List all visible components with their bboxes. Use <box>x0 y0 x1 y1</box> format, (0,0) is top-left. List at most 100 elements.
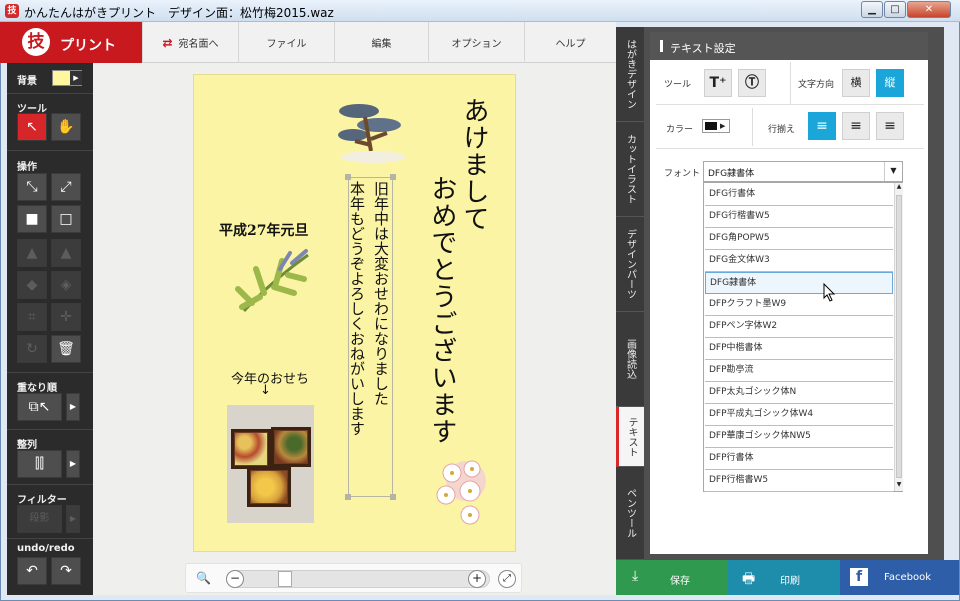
font-list-item[interactable]: DFP中楷書体 <box>705 338 893 360</box>
font-list-item[interactable]: DFP勘亭流 <box>705 360 893 382</box>
save-button[interactable]: ⤓ 保存 <box>616 560 728 595</box>
greeting-line-1: あけまして <box>459 97 489 232</box>
filter-select[interactable]: 段影 <box>17 505 62 533</box>
text-color-picker[interactable]: ▶ <box>702 119 730 133</box>
font-list-item[interactable]: DFP行楷書W5 <box>705 470 893 492</box>
greeting-line-2: おめでとうございます <box>427 175 457 445</box>
font-list-item[interactable]: DFPペン字体W2 <box>705 316 893 338</box>
print-button[interactable]: 🖶 印刷 <box>728 560 840 595</box>
text-edit-button[interactable]: Ⓣ <box>738 69 766 97</box>
undo-icon: ↶ <box>26 563 38 579</box>
undo-redo-label: undo/redo <box>17 543 75 554</box>
align-bottom-button[interactable]: ≡ <box>876 112 904 140</box>
maximize-button[interactable]: □ <box>884 1 906 18</box>
fill-light-button[interactable]: □ <box>51 205 81 233</box>
group-button[interactable]: ◈ <box>51 271 81 299</box>
font-select-value: DFG隷書体 <box>708 169 755 179</box>
align-menu-button[interactable]: ▶ <box>66 450 80 478</box>
move-button[interactable]: ✛ <box>51 303 81 331</box>
crop-icon: ⌗ <box>28 309 36 325</box>
title-bar: 技 かんたんはがきプリント デザイン面：松竹梅2015.waz ▁ □ ✕ <box>0 0 960 22</box>
menu-edit[interactable]: 編集 <box>334 22 428 63</box>
font-list[interactable]: DFG行書体 DFG行楷書W5 DFG角POPW5 DFG金文体W3 DFG隷書体 DFP… <box>703 182 903 492</box>
save-label: 保存 <box>670 576 690 587</box>
background-color-swatch[interactable]: ▶ <box>52 70 82 86</box>
close-button[interactable]: ✕ <box>907 1 951 18</box>
scroll-down-icon[interactable]: ▼ <box>895 481 903 491</box>
select-tool-button[interactable]: ↖ <box>17 113 47 141</box>
rotate-button[interactable]: ↻ <box>17 335 47 363</box>
menu-file[interactable]: ファイル <box>238 22 334 63</box>
tab-design-parts[interactable]: デザインパーツ <box>616 217 644 312</box>
text-add-button[interactable]: T⁺ <box>704 69 732 97</box>
postcard[interactable]: あけまして おめでとうございます 平成27年元旦 旧年中は大変おせわになりました… <box>193 74 516 552</box>
zoom-out-button[interactable]: − <box>226 570 244 588</box>
delete-button[interactable]: 🗑 <box>51 335 81 363</box>
facebook-icon: f <box>850 568 868 586</box>
tab-postcard-design[interactable]: はがきデザイン <box>616 27 644 122</box>
date-text: 平成27年元旦 <box>219 223 309 239</box>
scroll-thumb[interactable] <box>896 195 902 478</box>
facebook-button[interactable]: f Facebook <box>840 560 959 595</box>
move-icon: ✛ <box>60 309 72 325</box>
zoom-slider[interactable] <box>226 570 490 588</box>
font-list-item[interactable]: DFP平成丸ゴシック体W4 <box>705 404 893 426</box>
redo-button[interactable]: ↷ <box>51 557 81 585</box>
shrink-button[interactable]: ⤡ <box>17 173 47 201</box>
facebook-label: Facebook <box>884 572 931 583</box>
font-list-item[interactable]: DFG金文体W3 <box>705 250 893 272</box>
crop-button[interactable]: ⌗ <box>17 303 47 331</box>
square-light-icon: □ <box>59 211 73 227</box>
group-icon: ◈ <box>60 277 72 293</box>
cursor-icon: ↖ <box>26 119 38 135</box>
font-list-scrollbar[interactable]: ▲ ▼ <box>894 183 903 491</box>
minimize-button[interactable]: ▁ <box>861 1 883 18</box>
bamboo-illustration <box>235 249 309 313</box>
align-button[interactable]: ⫿⫿ <box>17 450 62 478</box>
fit-screen-button[interactable]: ⤢ <box>498 570 516 588</box>
tab-image-import[interactable]: 画像読込 <box>616 312 644 407</box>
zoom-in-button[interactable]: + <box>468 570 486 588</box>
menu-help[interactable]: ヘルプ <box>524 22 616 63</box>
flip-up-button[interactable]: ▲ <box>51 239 81 267</box>
rotate-icon: ↻ <box>26 341 38 357</box>
message-line-2: 本年もどうぞよろしくおねがいします <box>348 181 366 436</box>
tab-text[interactable]: テキスト <box>616 407 644 467</box>
order-menu-button[interactable]: ▶ <box>66 393 80 421</box>
shrink-icon: ⤡ <box>26 179 38 195</box>
font-list-item[interactable]: DFG隷書体 <box>705 272 893 294</box>
scroll-up-icon[interactable]: ▲ <box>895 183 903 193</box>
hand-tool-button[interactable]: ✋ <box>51 113 81 141</box>
align-top-button[interactable]: ≡ <box>808 112 836 140</box>
font-list-item[interactable]: DFG行楷書W5 <box>705 206 893 228</box>
flip-vertical-button[interactable]: ▲ <box>17 239 47 267</box>
order-button[interactable]: ⧉↖ <box>17 393 62 421</box>
font-list-item[interactable]: DFP華康ゴシック体NW5 <box>705 426 893 448</box>
font-list-item[interactable]: DFP太丸ゴシック体N <box>705 382 893 404</box>
undo-button[interactable]: ↶ <box>17 557 47 585</box>
expand-button[interactable]: ⤢ <box>51 173 81 201</box>
font-list-item[interactable]: DFG角POPW5 <box>705 228 893 250</box>
align-center-icon: ≡ <box>850 118 862 134</box>
font-select[interactable]: DFG隷書体 ▼ <box>703 161 903 182</box>
shape-icon: ◆ <box>26 277 38 293</box>
osechi-photo[interactable] <box>227 405 314 523</box>
font-list-item[interactable]: DFG行書体 <box>705 184 893 206</box>
horizontal-text-button[interactable]: 横 <box>842 69 870 97</box>
zoom-slider-thumb[interactable] <box>278 571 293 587</box>
order-label: 重なり順 <box>17 383 57 394</box>
vertical-text-button[interactable]: 縦 <box>876 69 904 97</box>
tab-pen-tool[interactable]: ペンツール <box>616 467 644 560</box>
chevron-down-icon[interactable]: ▼ <box>884 162 902 181</box>
font-list-item[interactable]: DFPクラフト墨W9 <box>705 294 893 316</box>
mouse-cursor-icon <box>823 283 836 302</box>
address-side-button[interactable]: ⇄ 宛名面へ <box>142 22 238 63</box>
align-center-button[interactable]: ≡ <box>842 112 870 140</box>
tab-cut-illustration[interactable]: カットイラスト <box>616 122 644 217</box>
filter-menu-button[interactable]: ▶ <box>66 505 80 533</box>
shape-button[interactable]: ◆ <box>17 271 47 299</box>
fill-dark-button[interactable]: ■ <box>17 205 47 233</box>
zoom-bar: 🔍 − + ⤢ <box>185 563 522 593</box>
menu-option[interactable]: オプション <box>428 22 524 63</box>
font-list-item[interactable]: DFP行書体 <box>705 448 893 470</box>
